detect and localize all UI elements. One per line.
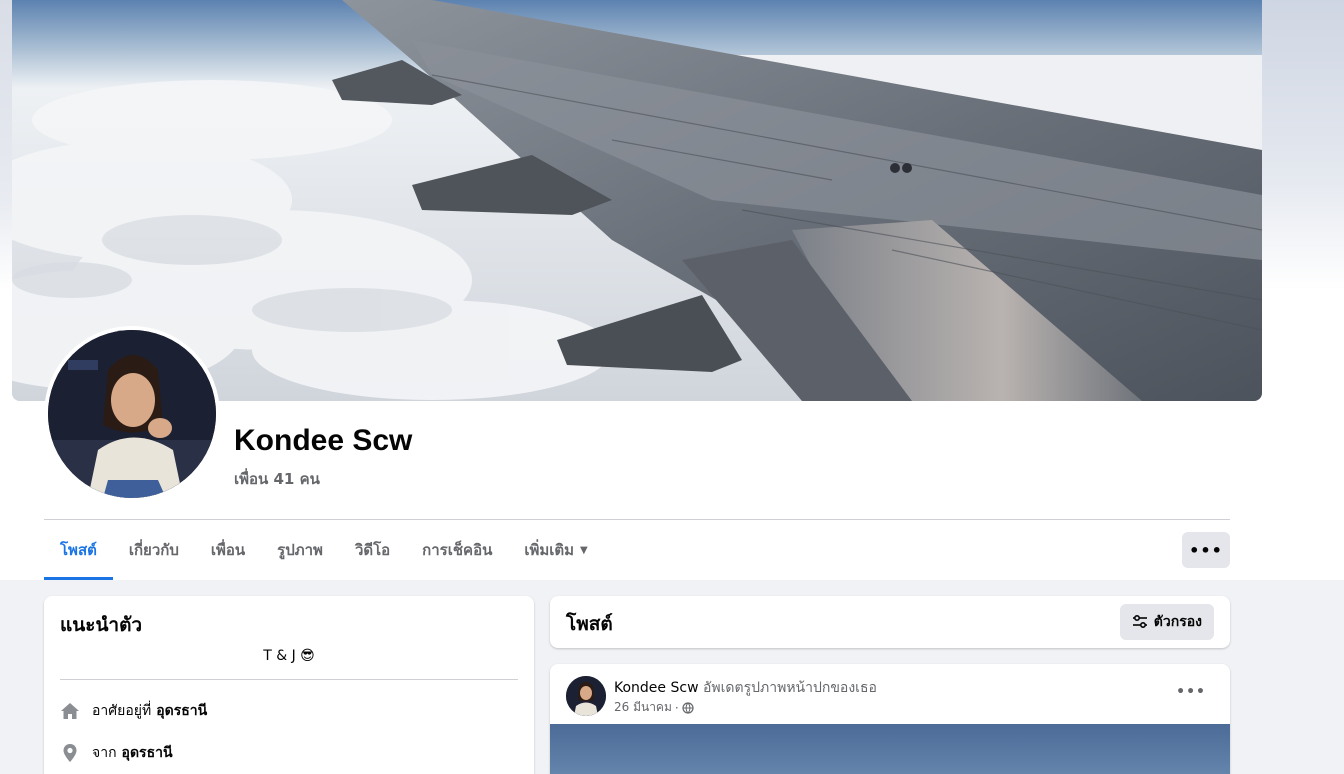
from-prefix: จาก <box>92 745 117 761</box>
tab-label: เพิ่มเติม <box>524 541 575 559</box>
post-meta: 26 มีนาคม · <box>614 698 694 717</box>
post-date[interactable]: 26 มีนาคม <box>614 698 672 717</box>
filter-button[interactable]: ตัวกรอง <box>1119 604 1214 640</box>
tab-label: โพสต์ <box>60 541 97 559</box>
profile-avatar[interactable] <box>44 326 220 502</box>
avatar-photo <box>48 330 216 498</box>
tab-checkins[interactable]: การเช็คอิน <box>406 520 508 580</box>
meta-separator: · <box>674 700 679 715</box>
post-author-name[interactable]: Kondee Scw <box>614 680 699 696</box>
airplane-wing-illustration <box>12 0 1262 401</box>
tab-posts[interactable]: โพสต์ <box>44 520 113 580</box>
avatar-person-illustration <box>48 330 216 498</box>
post-header-text: Kondee Scw อัพเดตรูปภาพหน้าปกของเธอ <box>614 677 877 699</box>
cover-photo[interactable] <box>12 0 1262 401</box>
tab-label: การเช็คอิน <box>422 541 493 559</box>
home-icon <box>60 701 80 721</box>
tab-label: รูปภาพ <box>277 541 323 559</box>
from-value[interactable]: อุดรธานี <box>122 742 173 764</box>
filter-label: ตัวกรอง <box>1153 614 1202 630</box>
tab-label: เพื่อน <box>210 541 246 559</box>
posts-title: โพสต์ <box>566 613 613 635</box>
tab-friends[interactable]: เพื่อน <box>195 520 261 580</box>
caret-down-icon: ▼ <box>580 544 588 556</box>
tab-more[interactable]: เพิ่มเติม ▼ <box>508 520 603 580</box>
friends-count[interactable]: เพื่อน 41 คน <box>234 467 320 491</box>
lives-in-value[interactable]: อุดรธานี <box>156 700 207 722</box>
filter-sliders-icon <box>1132 614 1147 629</box>
lives-in-prefix: อาศัยอยู่ที่ <box>92 703 152 719</box>
tab-label: วิดีโอ <box>354 541 391 559</box>
header-right-gradient <box>1262 0 1344 290</box>
tab-label: เกี่ยวกับ <box>128 541 179 559</box>
intro-card: แนะนำตัว T & J 😎 อาศัยอยู่ที่ อุดรธานี จ… <box>44 596 534 774</box>
intro-lives-in: อาศัยอยู่ที่ อุดรธานี <box>60 700 207 722</box>
post-more-button[interactable]: ••• <box>1176 684 1206 700</box>
intro-bio: T & J 😎 <box>263 648 315 664</box>
intro-from: จาก อุดรธานี <box>60 742 173 764</box>
profile-tabs: โพสต์ เกี่ยวกับ เพื่อน รูปภาพ วิดีโอ การ… <box>44 520 604 580</box>
profile-more-button[interactable]: ••• <box>1182 532 1230 568</box>
post-card: Kondee Scw อัพเดตรูปภาพหน้าปกของเธอ 26 ม… <box>550 664 1230 774</box>
posts-header-card: โพสต์ ตัวกรอง <box>550 596 1230 648</box>
tab-photos[interactable]: รูปภาพ <box>261 520 339 580</box>
tab-videos[interactable]: วิดีโอ <box>339 520 406 580</box>
tab-about[interactable]: เกี่ยวกับ <box>113 520 195 580</box>
post-author-avatar[interactable] <box>566 676 606 716</box>
location-pin-icon <box>60 743 80 763</box>
intro-title: แนะนำตัว <box>60 614 143 636</box>
globe-icon <box>682 701 694 714</box>
post-image[interactable] <box>550 724 1230 774</box>
intro-divider <box>60 679 518 680</box>
post-avatar-illustration <box>566 676 606 716</box>
post-action-text: อัพเดตรูปภาพหน้าปกของเธอ <box>702 680 877 696</box>
profile-name: Kondee Scw <box>234 424 413 457</box>
